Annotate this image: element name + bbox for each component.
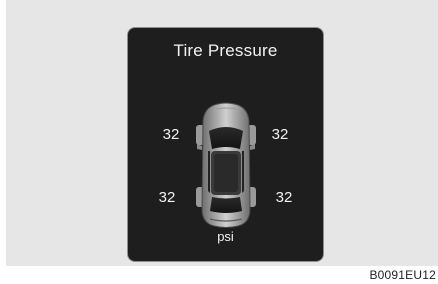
front-right-pressure: 32 (271, 126, 289, 143)
rear-left-pressure: 32 (158, 189, 176, 206)
display-title: Tire Pressure (173, 41, 278, 60)
tire-pressure-display: Tire Pressure 32 32 32 32 psi (128, 28, 323, 261)
car-top-view-icon (196, 102, 256, 228)
figure-code: B0091EU12 (369, 268, 436, 282)
rear-right-pressure: 32 (275, 189, 293, 206)
front-left-pressure: 32 (162, 126, 180, 143)
pressure-unit-label: psi (217, 229, 234, 244)
